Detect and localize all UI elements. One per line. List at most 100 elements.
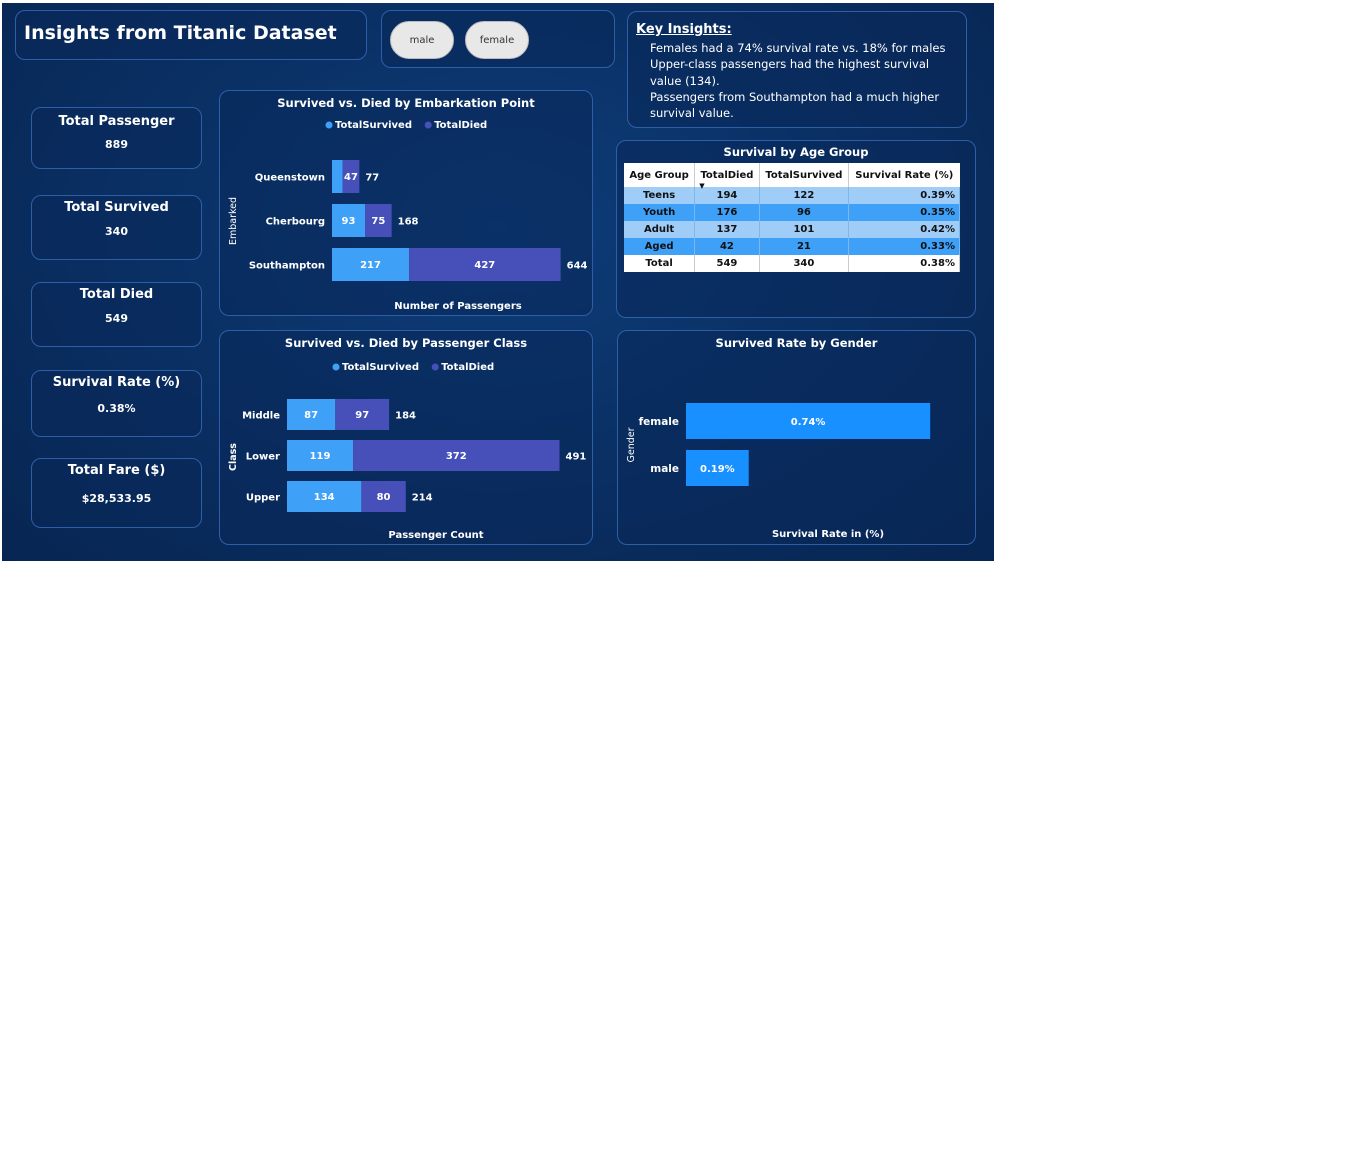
column-header-total-survived[interactable]: TotalSurvived: [759, 163, 850, 187]
data-label: 372: [446, 451, 467, 462]
kpi-value: $28,533.95: [81, 492, 152, 505]
data-label: 0.74%: [791, 417, 826, 428]
category-label: Upper: [246, 493, 280, 504]
column-header-total-died[interactable]: TotalDied ▼: [694, 163, 760, 190]
data-label: 97: [355, 410, 369, 421]
y-axis-title: Gender: [626, 427, 637, 462]
x-axis-title: Survival Rate in (%): [772, 529, 884, 540]
data-label: 427: [474, 260, 495, 271]
class-chart-card: Survived vs. Died by Passenger Class Tot…: [219, 330, 593, 545]
data-label: 134: [314, 492, 335, 503]
table-row: Teens 194 122 0.39%: [624, 187, 960, 204]
legend-marker: [325, 121, 333, 129]
table-total-row: Total 549 340 0.38%: [624, 255, 960, 272]
kpi-value: 549: [105, 312, 128, 325]
cell-total-survived: 122: [759, 187, 850, 204]
title-card: Insights from Titanic Dataset: [15, 10, 367, 60]
table-title: Survival by Age Group: [723, 145, 869, 159]
column-header-survival-rate[interactable]: Survival Rate (%): [848, 163, 960, 187]
cell-survival-rate: 0.39%: [848, 187, 960, 204]
kpi-total-survived: Total Survived 340: [31, 195, 202, 260]
total-label: 644: [567, 261, 588, 272]
cell-survival-rate: 0.33%: [848, 238, 960, 255]
kpi-label: Total Passenger: [58, 114, 175, 129]
cell-survival-rate: 0.42%: [848, 221, 960, 238]
legend-marker: [332, 363, 340, 371]
cell-total-label: Total: [624, 255, 696, 272]
data-label: 93: [342, 216, 356, 227]
kpi-label: Total Survived: [64, 200, 169, 215]
cell-total-survived: 101: [759, 221, 850, 238]
kpi-total-died: Total Died 549: [31, 282, 202, 347]
kpi-label: Survival Rate (%): [52, 375, 181, 390]
legend-label[interactable]: TotalDied: [441, 362, 494, 373]
data-label: 87: [304, 410, 318, 421]
key-insights-heading: Key Insights:: [636, 22, 732, 37]
cell-total-survived: 340: [759, 255, 850, 272]
legend-label[interactable]: TotalSurvived: [342, 362, 419, 373]
x-axis-title: Number of Passengers: [394, 301, 521, 312]
column-header-age-group[interactable]: Age Group: [624, 163, 696, 187]
kpi-value: 0.38%: [97, 402, 136, 415]
cell-total-died: 137: [694, 221, 760, 238]
category-label: male: [650, 463, 679, 475]
cell-age-group: Adult: [624, 221, 696, 238]
total-label: 77: [365, 173, 379, 184]
kpi-label: Total Died: [79, 287, 154, 302]
data-label: 80: [377, 492, 391, 503]
category-label: Cherbourg: [266, 217, 325, 228]
category-label: Lower: [246, 452, 280, 463]
cell-age-group: Aged: [624, 238, 696, 255]
data-label: 75: [371, 216, 385, 227]
legend-label[interactable]: TotalDied: [434, 120, 487, 131]
embarkation-chart-card: Survived vs. Died by Embarkation Point T…: [219, 90, 593, 316]
insight-line: Upper-class passengers had the highest s…: [650, 57, 930, 88]
kpi-total-fare: Total Fare ($) $28,533.95: [31, 458, 202, 528]
total-label: 168: [398, 217, 419, 228]
total-label: 214: [412, 493, 433, 504]
cell-age-group: Teens: [624, 187, 696, 204]
class-chart: TotalSurvived TotalDied Class Passenger Cou…: [228, 362, 587, 541]
cell-total-survived: 96: [759, 204, 850, 221]
cell-total-died: 549: [694, 255, 760, 272]
gender-chart: Gender Survival Rate in (%) female 0.74% mal…: [626, 403, 931, 540]
category-label: Queenstown: [255, 173, 325, 184]
insight-line: Females had a 74% survival rate vs. 18% …: [650, 41, 946, 55]
insight-line: Passengers from Southampton had a much h…: [650, 89, 940, 121]
slicer-option-female[interactable]: female: [465, 21, 529, 59]
cell-age-group: Youth: [624, 204, 696, 221]
category-label: Middle: [242, 411, 280, 422]
total-label: 184: [395, 411, 416, 422]
kpi-value: 889: [105, 138, 128, 151]
cell-survival-rate: 0.38%: [848, 255, 960, 272]
embarkation-chart: TotalSurvived TotalDied Embarked Number of …: [228, 120, 588, 312]
kpi-survival-rate: Survival Rate (%) 0.38%: [31, 370, 202, 437]
sort-desc-icon: ▼: [699, 182, 705, 190]
data-label: 119: [310, 451, 331, 462]
kpi-value: 340: [105, 225, 128, 238]
cell-total-died: 176: [694, 204, 760, 221]
cell-total-survived: 21: [759, 238, 850, 255]
legend-marker: [431, 363, 439, 371]
data-label: 0.19%: [700, 464, 735, 475]
total-label: 491: [566, 452, 587, 463]
table-row: Youth 176 96 0.35%: [624, 204, 960, 221]
category-label: Southampton: [249, 261, 325, 272]
gender-slicer: male female: [381, 10, 615, 68]
gender-chart-card: Survived Rate by Gender Gender Survival R…: [617, 330, 976, 545]
cell-survival-rate: 0.35%: [848, 204, 960, 221]
column-header-label: TotalDied: [700, 169, 754, 181]
cell-total-died: 42: [694, 238, 760, 255]
data-label: 217: [360, 260, 381, 271]
bar-segment[interactable]: [332, 160, 343, 193]
y-axis-title: Embarked: [228, 197, 239, 245]
dashboard-canvas: Insights from Titanic Dataset male femal…: [2, 3, 994, 561]
slicer-option-male[interactable]: male: [390, 21, 454, 59]
key-insights-card: Key Insights: Females had a 74% survival…: [627, 11, 967, 128]
table-row: Adult 137 101 0.42%: [624, 221, 960, 238]
key-insights-text: Females had a 74% survival rate vs. 18% …: [650, 40, 960, 121]
legend-label[interactable]: TotalSurvived: [335, 120, 412, 131]
y-axis-title: Class: [228, 443, 239, 471]
category-label: female: [639, 416, 679, 428]
age-group-table: Age Group TotalDied ▼ TotalSurvived Survi…: [624, 163, 960, 272]
